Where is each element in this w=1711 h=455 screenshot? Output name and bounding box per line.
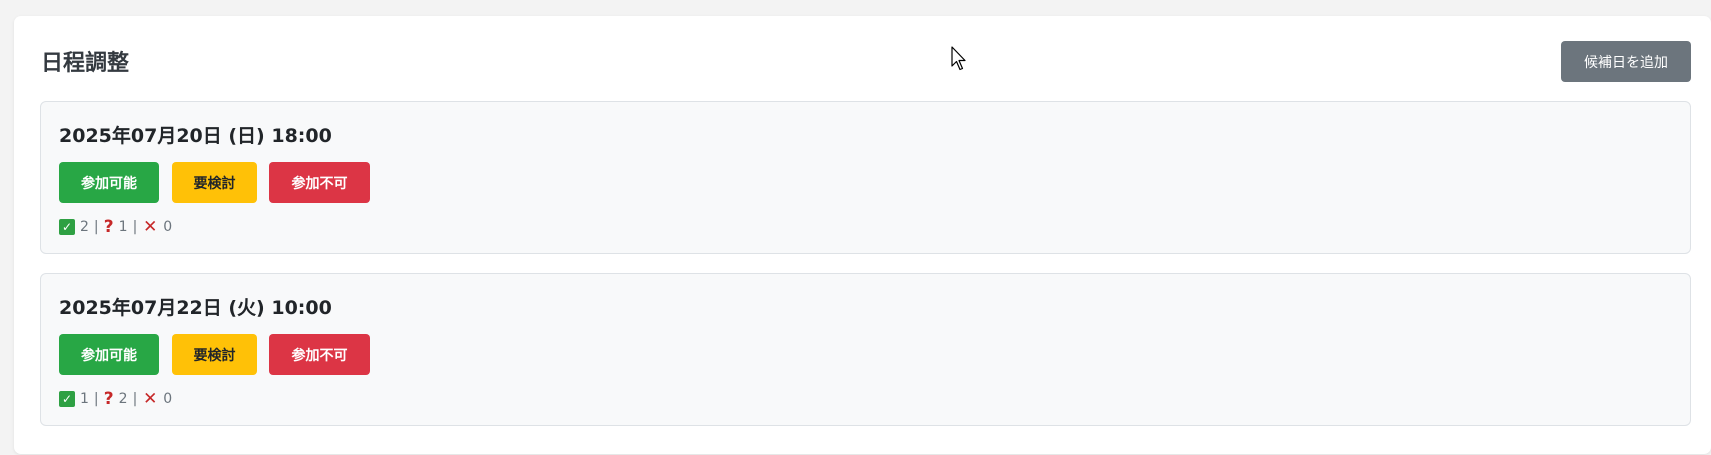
check-mark-icon: ✓ bbox=[59, 391, 75, 407]
available-button[interactable]: 参加可能 bbox=[59, 334, 159, 375]
cross-mark-icon: ✕ bbox=[143, 217, 158, 237]
separator: | bbox=[93, 219, 99, 235]
maybe-button[interactable]: 要検討 bbox=[172, 162, 257, 203]
separator: | bbox=[93, 391, 99, 407]
page-title: 日程調整 bbox=[41, 51, 130, 76]
date-slot: 2025年07月20日 (日) 18:00 参加可能 要検討 参加不可 ✓ 2 … bbox=[40, 101, 1691, 254]
unavailable-count: 0 bbox=[163, 219, 173, 235]
maybe-count: 2 bbox=[118, 391, 128, 407]
maybe-button[interactable]: 要検討 bbox=[172, 334, 257, 375]
cross-mark-icon: ✕ bbox=[143, 389, 158, 409]
slot-datetime: 2025年07月22日 (火) 10:00 bbox=[59, 297, 332, 319]
mouse-pointer-icon bbox=[951, 46, 966, 71]
question-mark-icon: ? bbox=[103, 217, 114, 237]
unavailable-button[interactable]: 参加不可 bbox=[269, 334, 370, 375]
schedule-card: 日程調整 候補日を追加 2025年07月20日 (日) 18:00 参加可能 要… bbox=[14, 16, 1711, 454]
maybe-count: 1 bbox=[118, 219, 128, 235]
slot-datetime: 2025年07月20日 (日) 18:00 bbox=[59, 125, 332, 147]
response-tally: ✓ 1 | ? 2 | ✕ 0 bbox=[59, 389, 172, 409]
separator: | bbox=[132, 219, 138, 235]
check-mark-icon: ✓ bbox=[59, 219, 75, 235]
available-count: 2 bbox=[80, 219, 89, 235]
add-candidate-date-button[interactable]: 候補日を追加 bbox=[1561, 41, 1691, 82]
unavailable-count: 0 bbox=[163, 391, 173, 407]
available-count: 1 bbox=[80, 391, 89, 407]
response-tally: ✓ 2 | ? 1 | ✕ 0 bbox=[59, 217, 172, 237]
available-button[interactable]: 参加可能 bbox=[59, 162, 159, 203]
date-slot: 2025年07月22日 (火) 10:00 参加可能 要検討 参加不可 ✓ 1 … bbox=[40, 273, 1691, 426]
unavailable-button[interactable]: 参加不可 bbox=[269, 162, 370, 203]
separator: | bbox=[132, 391, 138, 407]
question-mark-icon: ? bbox=[103, 389, 114, 409]
